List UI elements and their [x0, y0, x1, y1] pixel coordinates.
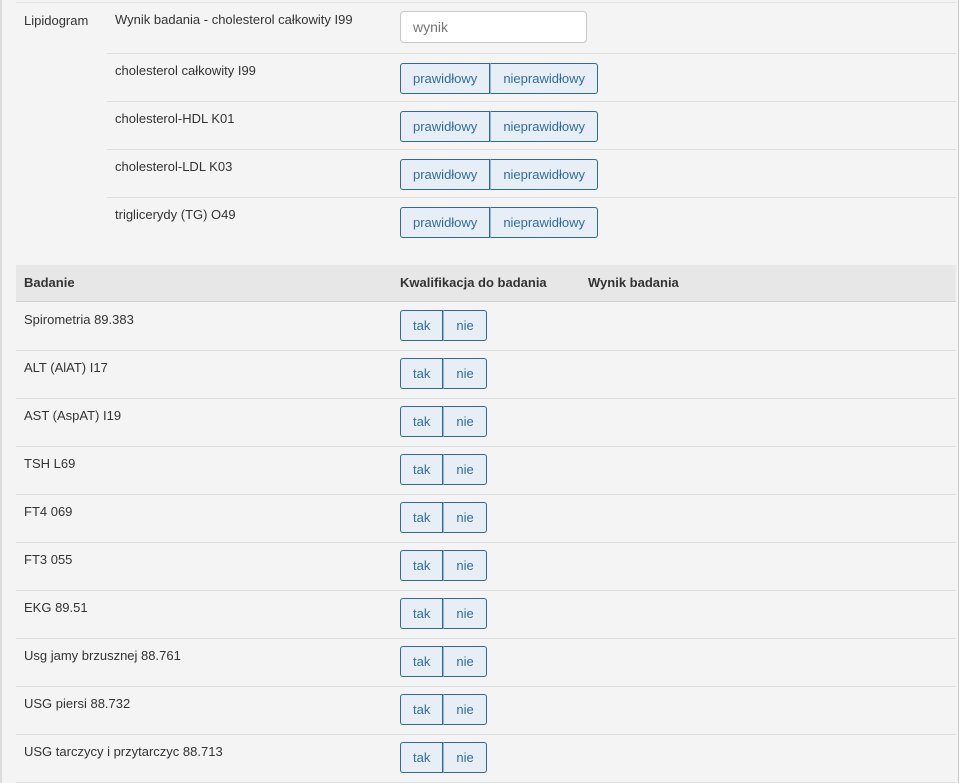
yes-button[interactable]: tak — [400, 694, 444, 725]
table-row: EKG 89.51 tak nie — [16, 590, 956, 639]
yes-no-toggle: tak nie — [400, 550, 487, 581]
yes-no-toggle: tak nie — [400, 694, 487, 725]
exam-form: Lipidogram Wynik badania - cholesterol c… — [16, 0, 956, 783]
table-row: ALT (AlAT) I17 tak nie — [16, 350, 956, 399]
yes-button[interactable]: tak — [400, 406, 444, 437]
exam-name: USG tarczycy i przytarczyc 88.713 — [24, 744, 223, 759]
lipidogram-section: Lipidogram Wynik badania - cholesterol c… — [16, 0, 956, 250]
normal-button[interactable]: prawidłowy — [400, 63, 491, 94]
lipid-row: cholesterol całkowity I99 prawidłowy niep… — [107, 53, 956, 102]
lipid-row: cholesterol-LDL K03 prawidłowy nieprawidł… — [107, 149, 956, 198]
column-header-exam: Badanie — [24, 275, 75, 290]
yes-no-toggle: tak nie — [400, 358, 487, 389]
yes-no-toggle: tak nie — [400, 598, 487, 629]
table-header: Badanie Kwalifikacja do badania Wynik ba… — [16, 265, 956, 302]
abnormal-button[interactable]: nieprawidłowy — [490, 159, 598, 190]
normal-abnormal-toggle: prawidłowy nieprawidłowy — [400, 159, 598, 190]
result-input[interactable] — [400, 11, 587, 43]
no-button[interactable]: nie — [443, 646, 487, 677]
table-row: USG tarczycy i przytarczyc 88.713 tak nie — [16, 734, 956, 783]
lipid-row-label: triglicerydy (TG) O49 — [115, 207, 236, 222]
normal-button[interactable]: prawidłowy — [400, 111, 491, 142]
no-button[interactable]: nie — [443, 502, 487, 533]
yes-button[interactable]: tak — [400, 550, 444, 581]
yes-button[interactable]: tak — [400, 358, 444, 389]
abnormal-button[interactable]: nieprawidłowy — [490, 111, 598, 142]
table-row: FT4 069 tak nie — [16, 494, 956, 543]
yes-no-toggle: tak nie — [400, 406, 487, 437]
exam-name: Spirometria 89.383 — [24, 312, 134, 327]
yes-no-toggle: tak nie — [400, 742, 487, 773]
yes-no-toggle: tak nie — [400, 454, 487, 485]
yes-no-toggle: tak nie — [400, 502, 487, 533]
no-button[interactable]: nie — [443, 454, 487, 485]
abnormal-button[interactable]: nieprawidłowy — [490, 63, 598, 94]
table-row: AST (AspAT) I19 tak nie — [16, 398, 956, 447]
yes-button[interactable]: tak — [400, 310, 444, 341]
normal-abnormal-toggle: prawidłowy nieprawidłowy — [400, 111, 598, 142]
lipid-row-label: cholesterol całkowity I99 — [115, 63, 256, 78]
lipid-row: triglicerydy (TG) O49 prawidłowy nieprawi… — [107, 197, 956, 246]
exam-name: USG piersi 88.732 — [24, 696, 131, 711]
abnormal-button[interactable]: nieprawidłowy — [490, 207, 598, 238]
exam-name: FT3 055 — [24, 552, 73, 567]
normal-button[interactable]: prawidłowy — [400, 207, 491, 238]
window-left-border — [0, 0, 2, 783]
normal-abnormal-toggle: prawidłowy nieprawidłowy — [400, 63, 598, 94]
no-button[interactable]: nie — [443, 310, 487, 341]
yes-no-toggle: tak nie — [400, 646, 487, 677]
no-button[interactable]: nie — [443, 598, 487, 629]
scrollbar-track[interactable] — [958, 0, 974, 783]
table-row: Usg jamy brzusznej 88.761 tak nie — [16, 638, 956, 687]
table-row: TSH L69 tak nie — [16, 446, 956, 495]
exam-name: AST (AspAT) I19 — [24, 408, 122, 423]
lipid-row-label: cholesterol-HDL K01 — [115, 111, 235, 126]
lipid-result-row: Wynik badania - cholesterol całkowity I9… — [107, 3, 956, 51]
normal-abnormal-toggle: prawidłowy nieprawidłowy — [400, 207, 598, 238]
column-header-qualification: Kwalifikacja do badania — [400, 275, 547, 290]
lipid-row-label: cholesterol-LDL K03 — [115, 159, 233, 174]
yes-button[interactable]: tak — [400, 454, 444, 485]
lipidogram-label: Lipidogram — [24, 13, 89, 28]
exam-name: FT4 069 — [24, 504, 73, 519]
exam-name: ALT (AlAT) I17 — [24, 360, 108, 375]
no-button[interactable]: nie — [443, 550, 487, 581]
no-button[interactable]: nie — [443, 742, 487, 773]
table-row: Spirometria 89.383 tak nie — [16, 302, 956, 351]
column-header-result: Wynik badania — [588, 275, 679, 290]
lipid-result-label: Wynik badania - cholesterol całkowity I9… — [115, 12, 353, 27]
no-button[interactable]: nie — [443, 694, 487, 725]
table-row: USG piersi 88.732 tak nie — [16, 686, 956, 735]
yes-button[interactable]: tak — [400, 646, 444, 677]
exam-name: EKG 89.51 — [24, 600, 88, 615]
yes-button[interactable]: tak — [400, 742, 444, 773]
no-button[interactable]: nie — [443, 358, 487, 389]
no-button[interactable]: nie — [443, 406, 487, 437]
yes-button[interactable]: tak — [400, 502, 444, 533]
normal-button[interactable]: prawidłowy — [400, 159, 491, 190]
exam-name: TSH L69 — [24, 456, 76, 471]
table-row: FT3 055 tak nie — [16, 542, 956, 591]
yes-no-toggle: tak nie — [400, 310, 487, 341]
yes-button[interactable]: tak — [400, 598, 444, 629]
lipid-row: cholesterol-HDL K01 prawidłowy nieprawidł… — [107, 101, 956, 150]
exam-name: Usg jamy brzusznej 88.761 — [24, 648, 181, 663]
